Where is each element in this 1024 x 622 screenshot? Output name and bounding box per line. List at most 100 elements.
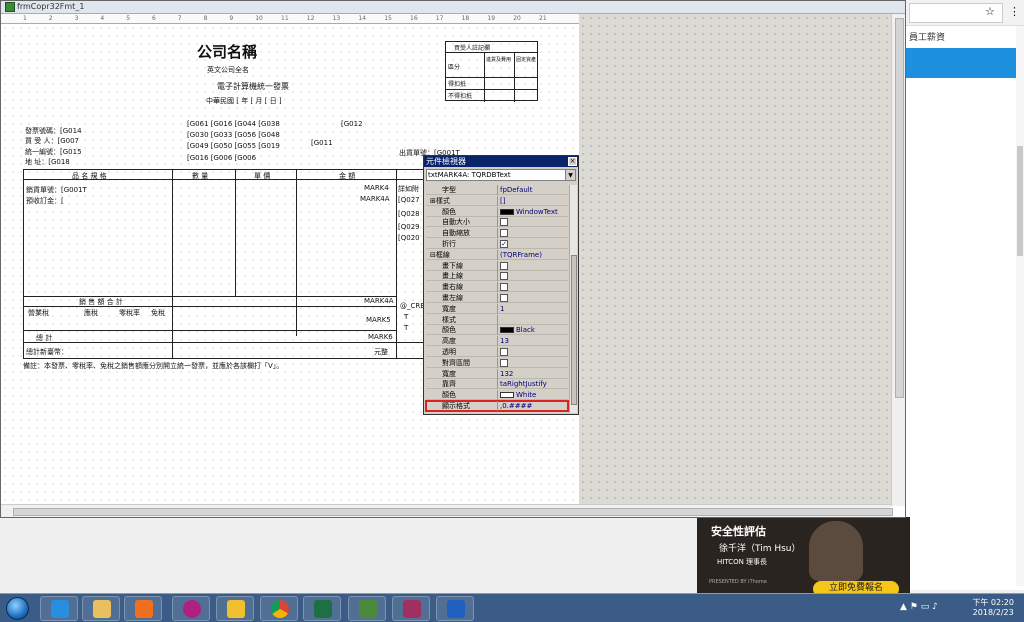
property-row[interactable]: 自動縮放 xyxy=(426,228,568,239)
property-row[interactable]: 畫下線 xyxy=(426,260,568,271)
checkbox-icon[interactable] xyxy=(500,261,508,270)
remark-q029[interactable]: [Q029 xyxy=(398,223,420,231)
document-title[interactable]: 電子計算機統一發票 xyxy=(217,81,289,92)
property-value[interactable] xyxy=(500,315,568,325)
property-value[interactable] xyxy=(500,347,568,357)
property-value[interactable]: Black xyxy=(500,325,568,335)
checkbox-icon[interactable] xyxy=(500,294,508,302)
property-row[interactable]: 透明 xyxy=(426,347,568,357)
property-row[interactable]: 字型 fpDefault xyxy=(426,185,568,195)
window-titlebar[interactable]: frmCopr32Fmt_1 xyxy=(1,1,905,14)
property-value[interactable]: (TQRFrame) xyxy=(500,250,568,260)
code-row-4[interactable]: [G016 [G006 [G006 xyxy=(187,154,256,162)
side-t-field-1[interactable]: T xyxy=(404,313,408,321)
code-g011[interactable]: [G011 xyxy=(311,139,333,147)
property-value[interactable] xyxy=(500,217,568,227)
taskbar-folder[interactable] xyxy=(216,596,254,621)
property-row[interactable]: 顏色 WindowText xyxy=(426,206,568,217)
property-row[interactable]: ⊞樣式[] xyxy=(426,195,568,206)
checked-checkbox-icon[interactable]: ✓ xyxy=(500,240,508,248)
property-row[interactable]: 畫左線 xyxy=(426,293,568,303)
property-value[interactable]: ✓ xyxy=(500,239,568,249)
checkbox-icon[interactable] xyxy=(500,283,508,292)
component-inspector[interactable]: 元件檢視器 × txtMARK4A: TQRDBText ▼ 字型 fpDefau… xyxy=(423,155,579,415)
vertical-scrollbar[interactable] xyxy=(891,14,905,506)
component-selector[interactable]: txtMARK4A: TQRDBText ▼ xyxy=(426,169,576,181)
mark4-field[interactable]: MARK4 xyxy=(364,184,389,192)
checkbox-icon[interactable] xyxy=(500,358,508,367)
footer-note[interactable]: 備註：本發票、零稅率、免稅之銷售額應分別開立統一發票，並應於各該欄打「V」。 xyxy=(23,361,283,371)
property-row[interactable]: 顏色 White xyxy=(426,390,568,401)
property-grid[interactable]: 字型 fpDefault ⊞樣式[] 顏色 WindowText 自動大小 自動縮放 折行 ✓ ⊟… xyxy=(425,185,569,413)
mark6-field[interactable]: MARK6 xyxy=(368,333,393,341)
browser-scrollbar[interactable] xyxy=(1016,26,1024,586)
code-row-1[interactable]: [G061 [G016 [G044 [G038 xyxy=(187,120,280,128)
property-value[interactable]: 132 xyxy=(500,369,568,379)
checkbox-icon[interactable] xyxy=(500,218,508,227)
bookmark-star-icon[interactable]: ☆ xyxy=(985,5,995,18)
inspector-scrollbar[interactable] xyxy=(569,185,577,413)
property-row[interactable]: 寬度 132 xyxy=(426,368,568,379)
remark-q028[interactable]: [Q028 xyxy=(398,210,420,218)
property-value[interactable] xyxy=(500,271,568,281)
property-row[interactable]: 高度 13 xyxy=(426,336,568,347)
remark-detail[interactable]: 詳如附 xyxy=(398,184,419,194)
remark-q020[interactable]: [Q020 xyxy=(398,234,420,242)
property-value[interactable]: WindowText xyxy=(500,207,568,217)
property-value[interactable] xyxy=(500,358,568,368)
buyer-note-box[interactable]: 買受人註記欄 區分 進貨及費用 固定資產 得扣抵 不得扣抵 xyxy=(445,41,538,102)
property-row[interactable]: 畫右線 xyxy=(426,282,568,293)
taskbar-explorer[interactable] xyxy=(82,596,120,621)
side-cre-field[interactable]: @_CRE xyxy=(400,302,425,310)
property-row[interactable]: 靠齊 taRightJustify xyxy=(426,379,568,390)
tax-id-field[interactable]: 統一編號：[G015 xyxy=(25,147,82,157)
start-button[interactable] xyxy=(2,595,36,622)
invoice-no-field[interactable]: 發票號碼：[G014 xyxy=(25,126,82,136)
company-en-name[interactable]: 英文公司全名 xyxy=(207,65,249,75)
close-icon[interactable]: × xyxy=(568,157,577,166)
code-row-2[interactable]: [G030 [G033 [G056 [G048 xyxy=(187,131,280,139)
system-tray-icons[interactable]: ▲ ⚑ ▭ ♪ xyxy=(900,602,938,612)
taskbar-q-app[interactable] xyxy=(172,596,210,621)
property-value[interactable]: fpDefault xyxy=(500,185,568,195)
property-row-selected[interactable]: 顯示格式 ,0.#### xyxy=(425,400,569,412)
taskbar-archive[interactable] xyxy=(392,596,430,621)
property-value[interactable]: 13 xyxy=(500,336,568,346)
chevron-down-icon[interactable]: ▼ xyxy=(565,170,575,180)
property-value[interactable]: ,0.#### xyxy=(500,401,568,411)
checkbox-icon[interactable] xyxy=(500,348,508,356)
taskbar-chrome[interactable] xyxy=(260,596,298,621)
taskbar-chart[interactable] xyxy=(348,596,386,621)
sales-order-field[interactable]: 銷貨單號：[G001T xyxy=(26,185,87,195)
property-row[interactable]: 對齊區間 xyxy=(426,357,568,368)
inspector-titlebar[interactable]: 元件檢視器 × xyxy=(424,156,578,167)
property-row[interactable]: 顏色 Black xyxy=(426,325,568,336)
code-row-3[interactable]: [G049 [G050 [G055 [G019 xyxy=(187,142,280,150)
deposit-field[interactable]: 預收訂金：[ xyxy=(26,196,64,206)
property-value[interactable]: White xyxy=(500,390,568,400)
property-row[interactable]: 畫上線 xyxy=(426,271,568,282)
code-g012[interactable]: [G012 xyxy=(341,120,363,128)
checkbox-icon[interactable] xyxy=(500,272,508,281)
taskbar-media[interactable] xyxy=(124,596,162,621)
mark5-field[interactable]: MARK5 xyxy=(366,316,391,324)
taskbar-ie[interactable] xyxy=(40,596,78,621)
property-row[interactable]: ⊟框線 (TQRFrame) xyxy=(426,249,568,260)
mark4a-field[interactable]: MARK4A xyxy=(360,195,390,203)
browser-blue-banner[interactable] xyxy=(905,48,1017,78)
property-value[interactable]: [] xyxy=(500,196,568,206)
horizontal-scrollbar[interactable] xyxy=(1,504,893,517)
ad-banner[interactable]: 安全性評估 徐千洋（Tim Hsu） HITCON 理事長 PRESENTED … xyxy=(697,517,910,593)
company-name[interactable]: 公司名稱 xyxy=(197,41,257,62)
ad-register-button[interactable]: 立即免費報名 xyxy=(813,581,899,593)
side-t-field-2[interactable]: T xyxy=(404,324,408,332)
buyer-field[interactable]: 買 受 人：[G007 xyxy=(25,136,79,146)
property-value[interactable]: taRightJustify xyxy=(500,379,568,389)
property-value[interactable]: 1 xyxy=(500,304,568,314)
date-line[interactable]: 中華民國 [ 年 [ 月 [ 日 ] xyxy=(206,96,282,106)
checkbox-icon[interactable] xyxy=(500,229,508,238)
property-row[interactable]: 樣式 xyxy=(426,314,568,325)
menu-icon[interactable]: ⋮ xyxy=(1009,5,1020,18)
property-value[interactable] xyxy=(500,261,568,271)
property-row[interactable]: 折行 ✓ xyxy=(426,239,568,249)
